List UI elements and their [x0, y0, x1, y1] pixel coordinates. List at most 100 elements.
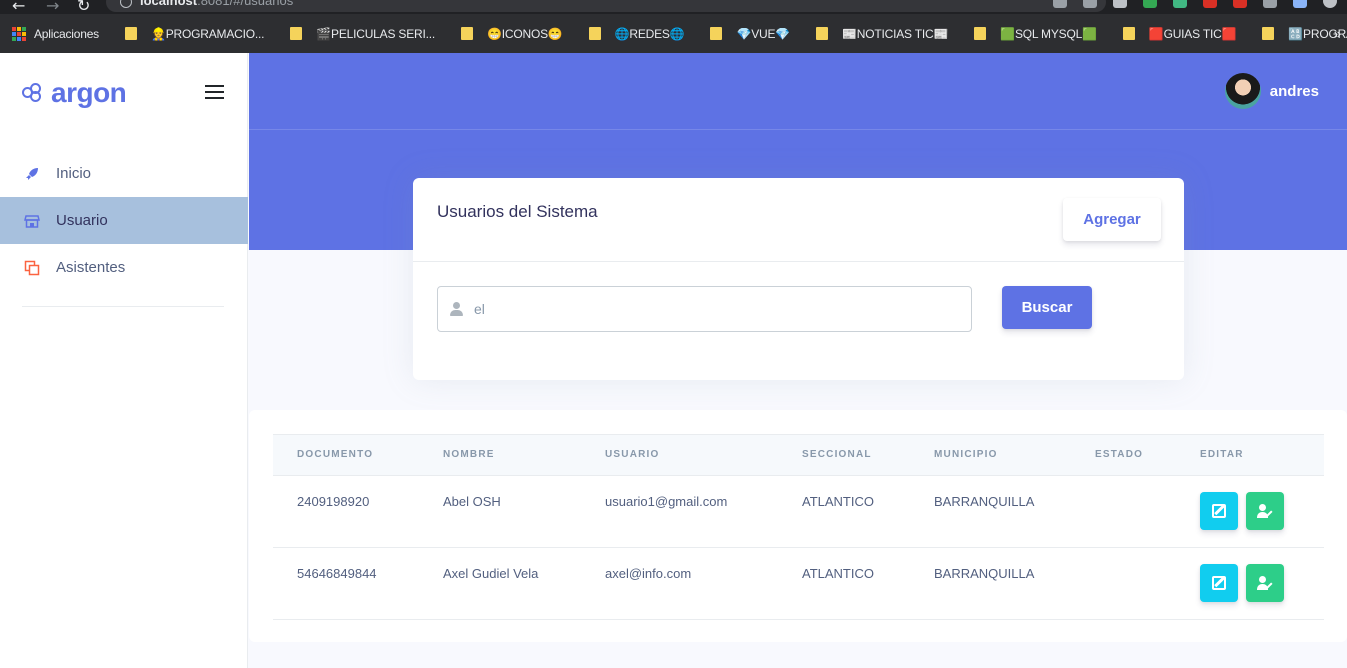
folder-icon — [710, 27, 723, 40]
adblock-icon[interactable] — [1113, 0, 1127, 8]
reload-icon[interactable]: ↻ — [77, 0, 90, 15]
column-header-usuario: USUARIO — [605, 449, 660, 460]
sidebar-divider — [22, 306, 224, 307]
column-header-documento: DOCUMENTO — [297, 449, 374, 460]
todo-icon[interactable] — [1233, 0, 1247, 8]
edit-button[interactable] — [1200, 564, 1238, 602]
apps-grid-icon — [12, 26, 26, 41]
assign-user-button[interactable] — [1246, 564, 1284, 602]
user-edit-icon — [1257, 576, 1273, 590]
user-edit-icon — [1257, 504, 1273, 518]
window-icon[interactable] — [1293, 0, 1307, 8]
profile-icon[interactable] — [1323, 0, 1337, 8]
sidebar-item-label: Inicio — [56, 165, 92, 182]
bookmarks-more-icon[interactable]: » — [1334, 26, 1341, 41]
search-input[interactable] — [474, 301, 954, 317]
bookmark-label: 🎬PELICULAS SERI... — [316, 26, 435, 41]
logo-text: argon — [51, 77, 127, 108]
sidebar-item-usuario[interactable]: Usuario — [0, 197, 248, 244]
card-header: Usuarios del Sistema Agregar — [413, 178, 1184, 262]
shop-icon — [24, 214, 40, 228]
sidebar-item-label: Usuario — [56, 212, 108, 229]
puzzle-icon[interactable] — [1263, 0, 1277, 8]
bookmark-label: 🟥GUIAS TIC🟥 — [1148, 26, 1237, 41]
edit-button[interactable] — [1200, 492, 1238, 530]
info-icon[interactable] — [120, 0, 132, 8]
sidebar: argon Inicio Usuario Asistentes — [0, 53, 248, 668]
extension-star-icon[interactable] — [1143, 0, 1157, 8]
logo[interactable]: argon — [22, 77, 127, 109]
sidebar-item-asistentes[interactable]: Asistentes — [0, 244, 248, 291]
edit-icon — [1212, 504, 1226, 518]
column-header-seccional: SECCIONAL — [802, 449, 872, 460]
browser-toolbar: ← → ↻ localhost:8081/#/usuarios — [0, 0, 1347, 15]
user-icon — [450, 302, 464, 316]
bookmark-label: 😁ICONOS😁 — [487, 26, 563, 41]
forward-icon[interactable]: → — [46, 0, 59, 15]
bookmark-folder[interactable]: 😁ICONOS😁 — [461, 27, 563, 41]
copy-icon — [24, 260, 40, 275]
cell-seccional: ATLANTICO — [802, 494, 874, 509]
bookmark-label: 📰NOTICIAS TIC📰 — [842, 26, 949, 41]
table-row: 2409198920 Abel OSH usuario1@gmail.com A… — [273, 476, 1324, 548]
cell-documento: 54646849844 — [297, 566, 377, 581]
folder-icon — [974, 27, 987, 40]
page-title: Usuarios del Sistema — [437, 202, 598, 221]
folder-icon — [461, 27, 473, 40]
bookmark-label: Aplicaciones — [34, 26, 99, 41]
bookmark-folder[interactable]: 🟩SQL MYSQL🟩 — [974, 27, 1097, 41]
share-icon[interactable] — [1053, 0, 1067, 8]
cell-municipio: BARRANQUILLA — [934, 494, 1035, 509]
user-name: andres — [1269, 82, 1319, 100]
column-header-municipio: MUNICIPIO — [934, 449, 998, 460]
bookmark-folder[interactable]: 🌐REDES🌐 — [588, 26, 685, 41]
bookmark-folder[interactable]: 📰NOTICIAS TIC📰 — [816, 27, 948, 41]
bookmark-label: 🌐REDES🌐 — [614, 26, 685, 41]
users-table: DOCUMENTO NOMBRE USUARIO SECCIONAL MUNIC… — [249, 410, 1347, 642]
users-card: Usuarios del Sistema Agregar Buscar — [413, 178, 1184, 380]
rocket-icon — [26, 167, 38, 180]
menu-toggle-icon[interactable] — [205, 85, 224, 99]
bookmark-folder[interactable]: 👷PROGRAMACIO... — [124, 26, 265, 41]
cell-nombre: Axel Gudiel Vela — [443, 566, 539, 581]
column-header-estado: ESTADO — [1095, 449, 1144, 460]
cell-nombre: Abel OSH — [443, 494, 501, 509]
bookmark-folder[interactable]: 🟥GUIAS TIC🟥 — [1122, 26, 1237, 41]
cell-municipio: BARRANQUILLA — [934, 566, 1035, 581]
url-path: :8081/#/usuarios — [197, 0, 294, 8]
extension-icons — [1053, 0, 1337, 8]
vue-devtools-icon[interactable] — [1173, 0, 1187, 8]
folder-icon — [290, 27, 303, 40]
cell-seccional: ATLANTICO — [802, 566, 874, 581]
cell-documento: 2409198920 — [297, 494, 370, 509]
folder-icon — [124, 27, 137, 40]
pdf-icon[interactable] — [1203, 0, 1217, 8]
back-icon[interactable]: ← — [12, 0, 25, 15]
address-bar[interactable]: localhost:8081/#/usuarios — [106, 0, 1106, 12]
add-button[interactable]: Agregar — [1063, 198, 1161, 241]
assign-user-button[interactable] — [1246, 492, 1284, 530]
url-host: localhost — [140, 0, 198, 8]
user-menu[interactable]: andres — [1224, 73, 1319, 109]
star-icon[interactable] — [1083, 0, 1097, 8]
bookmark-label: 💎VUE💎 — [736, 26, 791, 41]
cell-usuario: usuario1@gmail.com — [605, 494, 728, 509]
folder-icon — [1122, 27, 1135, 40]
folder-icon — [1262, 27, 1275, 40]
sidebar-nav: Inicio Usuario Asistentes — [0, 150, 248, 291]
table-row: 54646849844 Axel Gudiel Vela axel@info.c… — [273, 548, 1324, 620]
logo-icon — [22, 83, 44, 103]
bookmark-folder[interactable]: 🎬PELICULAS SERI... — [290, 27, 435, 41]
bookmark-label: 👷PROGRAMACIO... — [150, 26, 265, 41]
avatar — [1224, 73, 1261, 109]
bookmark-apps[interactable]: Aplicaciones — [12, 26, 99, 41]
bookmark-label: 🟩SQL MYSQL🟩 — [1000, 26, 1097, 41]
search-button[interactable]: Buscar — [1002, 286, 1092, 329]
folder-icon — [816, 27, 829, 40]
bookmark-folder[interactable]: 💎VUE💎 — [710, 27, 790, 41]
sidebar-item-inicio[interactable]: Inicio — [0, 150, 248, 197]
search-field[interactable] — [437, 286, 972, 332]
cell-usuario: axel@info.com — [605, 566, 692, 581]
folder-icon — [588, 27, 601, 40]
column-header-nombre: NOMBRE — [443, 449, 495, 460]
